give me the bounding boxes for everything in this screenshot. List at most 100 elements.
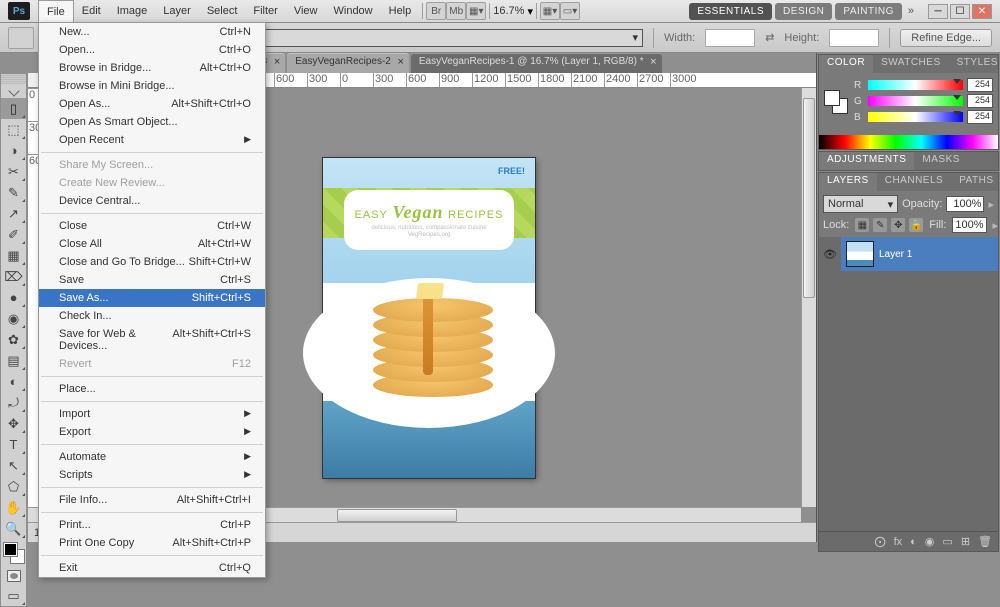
workspace-more[interactable]: » <box>908 5 914 17</box>
menu-item-save-for-web-devices[interactable]: Save for Web & Devices...Alt+Shift+Ctrl+… <box>39 325 265 355</box>
layer-thumbnail[interactable] <box>846 241 874 267</box>
menu-edit[interactable]: Edit <box>74 0 109 22</box>
opacity-input[interactable]: 100% <box>946 196 984 212</box>
maximize-button[interactable]: ☐ <box>950 4 970 19</box>
tool-15[interactable]: ✥ <box>1 413 26 434</box>
g-value[interactable]: 254 <box>967 94 993 108</box>
menu-item-browse-in-bridge[interactable]: Browse in Bridge...Alt+Ctrl+O <box>39 59 265 77</box>
tool-3[interactable]: ✂ <box>1 161 26 182</box>
layer-row[interactable]: 👁 Layer 1 <box>819 237 998 271</box>
workspace-essentials[interactable]: ESSENTIALS <box>689 3 772 20</box>
bridge-icon[interactable]: Br <box>426 2 446 20</box>
menu-item-place[interactable]: Place... <box>39 380 265 398</box>
menu-item-scripts[interactable]: Scripts▶ <box>39 466 265 484</box>
menu-item-export[interactable]: Export▶ <box>39 423 265 441</box>
document-canvas[interactable]: FREE! EASY Vegan RECIPES delicious, nutr… <box>323 158 535 478</box>
tool-20[interactable]: 🔍 <box>1 518 26 539</box>
b-slider[interactable] <box>868 112 963 122</box>
view-extras-icon[interactable]: ▦▾ <box>466 2 486 20</box>
zoom-level-text[interactable]: 16.7% <box>493 5 524 17</box>
r-slider[interactable] <box>868 80 963 90</box>
tool-13[interactable]: ◐ <box>1 371 26 392</box>
menu-window[interactable]: Window <box>326 0 381 22</box>
screen-mode-icon[interactable]: ▭▾ <box>560 2 580 20</box>
color-swatch[interactable] <box>824 90 848 114</box>
tool-19[interactable]: ✋ <box>1 497 26 518</box>
minimize-button[interactable]: ─ <box>928 4 948 19</box>
lock-option-icon[interactable]: 🔒 <box>909 218 923 232</box>
screen-mode-tool[interactable]: ▭ <box>1 585 26 606</box>
tool-6[interactable]: ✐ <box>1 224 26 245</box>
lock-option-icon[interactable]: ✥ <box>891 218 905 232</box>
menu-file[interactable]: File <box>38 0 74 22</box>
menu-filter[interactable]: Filter <box>245 0 285 22</box>
panel-tab-masks[interactable]: MASKS <box>914 152 968 170</box>
layer-visibility-icon[interactable]: 👁 <box>819 237 841 271</box>
panel-tab-swatches[interactable]: SWATCHES <box>873 55 949 73</box>
close-button[interactable]: ✕ <box>972 4 992 19</box>
width-field[interactable] <box>705 29 755 47</box>
arrange-documents-icon[interactable]: ▦▾ <box>540 2 560 20</box>
tool-11[interactable]: ✿ <box>1 329 26 350</box>
menu-image[interactable]: Image <box>109 0 156 22</box>
menu-item-browse-in-mini-bridge[interactable]: Browse in Mini Bridge... <box>39 77 265 95</box>
panel-tab-adjustments[interactable]: ADJUSTMENTS <box>819 152 914 170</box>
menu-item-open-as-smart-object[interactable]: Open As Smart Object... <box>39 113 265 131</box>
close-tab-icon[interactable]: × <box>650 56 656 68</box>
panel-tab-styles[interactable]: STYLES <box>949 55 1000 73</box>
tool-1[interactable]: ⬚ <box>1 119 26 140</box>
menu-item-print[interactable]: Print...Ctrl+P <box>39 516 265 534</box>
tool-14[interactable]: ⤾ <box>1 392 26 413</box>
tool-18[interactable]: ⬠ <box>1 476 26 497</box>
foreground-background-swatch[interactable] <box>4 543 24 563</box>
tool-8[interactable]: ⌦ <box>1 266 26 287</box>
tool-16[interactable]: T <box>1 434 26 455</box>
refine-edge-button[interactable]: Refine Edge... <box>900 29 992 47</box>
scrollbar-vertical[interactable] <box>801 88 816 507</box>
menu-item-device-central[interactable]: Device Central... <box>39 192 265 210</box>
panel-tab-channels[interactable]: CHANNELS <box>877 173 951 191</box>
quickmask-toggle[interactable] <box>1 567 26 585</box>
menu-select[interactable]: Select <box>199 0 246 22</box>
workspace-painting[interactable]: PAINTING <box>835 3 901 20</box>
menu-layer[interactable]: Layer <box>155 0 199 22</box>
menu-view[interactable]: View <box>286 0 326 22</box>
lock-option-icon[interactable]: ✎ <box>873 218 887 232</box>
panel-tab-color[interactable]: COLOR <box>819 55 873 73</box>
menu-item-exit[interactable]: ExitCtrl+Q <box>39 559 265 577</box>
layer-name[interactable]: Layer 1 <box>879 249 912 260</box>
close-tab-icon[interactable]: × <box>397 56 403 68</box>
menu-item-check-in[interactable]: Check In... <box>39 307 265 325</box>
tool-12[interactable]: ▤ <box>1 350 26 371</box>
tool-preset-icon[interactable] <box>8 27 34 49</box>
tool-0[interactable]: ▯ <box>1 98 26 119</box>
g-slider[interactable] <box>868 96 963 106</box>
menu-item-close[interactable]: CloseCtrl+W <box>39 217 265 235</box>
blend-mode-select[interactable]: Normal▾ <box>823 195 898 213</box>
r-value[interactable]: 254 <box>967 78 993 92</box>
menu-item-import[interactable]: Import▶ <box>39 405 265 423</box>
menu-item-save-as[interactable]: Save As...Shift+Ctrl+S <box>39 289 265 307</box>
workspace-design[interactable]: DESIGN <box>775 3 832 20</box>
menu-item-open[interactable]: Open...Ctrl+O <box>39 41 265 59</box>
menu-item-file-info[interactable]: File Info...Alt+Shift+Ctrl+I <box>39 491 265 509</box>
fill-input[interactable]: 100% <box>952 217 986 233</box>
tool-10[interactable]: ◉ <box>1 308 26 329</box>
tool-9[interactable]: ● <box>1 287 26 308</box>
tool-4[interactable]: ✎ <box>1 182 26 203</box>
menu-item-close-and-go-to-bridge[interactable]: Close and Go To Bridge...Shift+Ctrl+W <box>39 253 265 271</box>
menu-help[interactable]: Help <box>381 0 420 22</box>
tool-17[interactable]: ↖ <box>1 455 26 476</box>
tool-5[interactable]: ↗ <box>1 203 26 224</box>
lock-option-icon[interactable]: ▦ <box>855 218 869 232</box>
panel-tab-layers[interactable]: LAYERS <box>819 173 877 191</box>
document-tab[interactable]: EasyVeganRecipes-1 @ 16.7% (Layer 1, RGB… <box>411 53 662 73</box>
menu-item-open-recent[interactable]: Open Recent▶ <box>39 131 265 149</box>
mode-select[interactable]: Normal▾ <box>211 29 643 47</box>
menu-item-new[interactable]: New...Ctrl+N <box>39 23 265 41</box>
close-tab-icon[interactable]: × <box>274 56 280 68</box>
height-field[interactable] <box>829 29 879 47</box>
menu-item-print-one-copy[interactable]: Print One CopyAlt+Shift+Ctrl+P <box>39 534 265 552</box>
menu-item-close-all[interactable]: Close AllAlt+Ctrl+W <box>39 235 265 253</box>
minibridge-icon[interactable]: Mb <box>446 2 466 20</box>
